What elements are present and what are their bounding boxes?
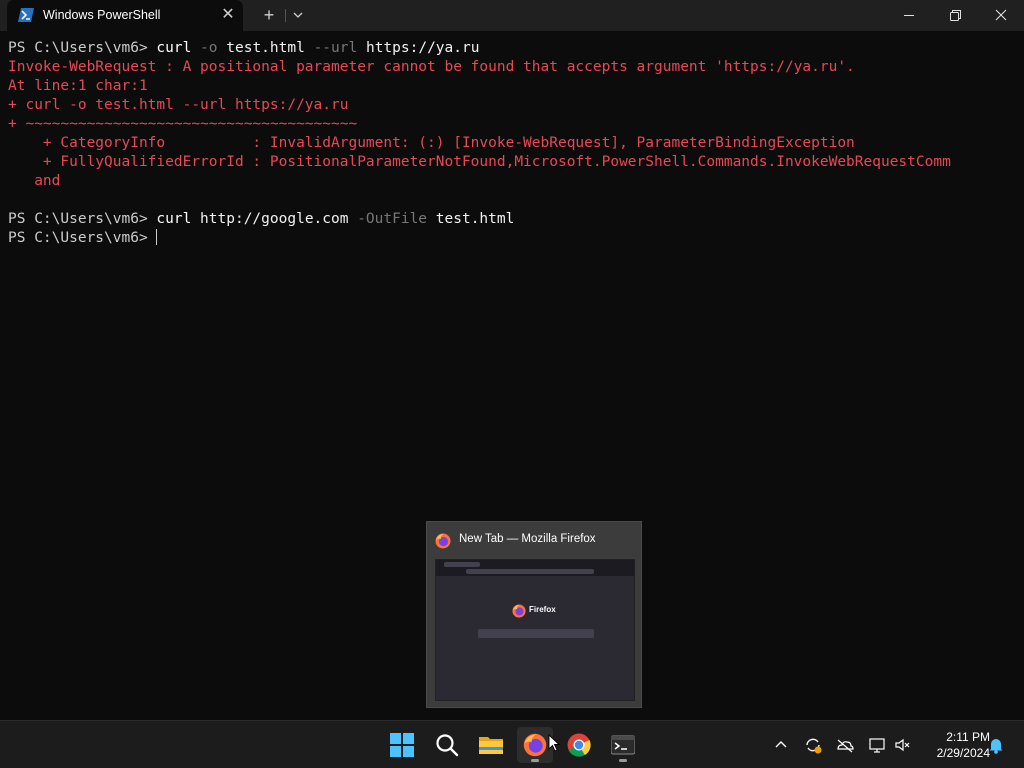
powershell-icon [18, 8, 34, 22]
thumbnail-tab [444, 562, 480, 567]
preview-title: New Tab — Mozilla Firefox [459, 533, 596, 545]
title-bar: Windows PowerShell ✕ + [0, 0, 1024, 31]
terminal-line: + curl -o test.html --url https://ya.ru [8, 96, 1024, 115]
clock-time: 2:11 PM [946, 730, 990, 744]
search-button[interactable] [429, 727, 465, 763]
terminal-line: PS C:\Users\vm6> curl http://google.com … [8, 210, 1024, 229]
clock-date: 2/29/2024 [936, 746, 990, 760]
taskbar: 2:11 PM 2/29/2024 [0, 720, 1024, 768]
terminal-line: At line:1 char:1 [8, 77, 1024, 96]
firefox-window-preview[interactable]: New Tab — Mozilla Firefox Firefox [426, 521, 642, 708]
system-clock[interactable]: 2:11 PM 2/29/2024 [918, 729, 990, 761]
close-icon [995, 9, 1007, 21]
new-tab-button[interactable]: + [259, 6, 279, 26]
minimize-icon [904, 15, 914, 16]
thumbnail-toolbar [436, 560, 634, 576]
sync-icon[interactable] [803, 735, 823, 755]
minimize-button[interactable] [886, 0, 932, 31]
prompt-text: PS C:\Users\vm6> [8, 211, 157, 227]
onedrive-icon[interactable] [835, 735, 855, 755]
command-argument: https://ya.ru [357, 40, 480, 56]
terminal-icon [611, 735, 635, 755]
command-argument: http://google.com [191, 211, 349, 227]
start-button[interactable] [384, 727, 420, 763]
tab-powershell[interactable]: Windows PowerShell ✕ [7, 0, 243, 31]
error-text: and [8, 173, 61, 189]
thumbnail-searchbar [478, 629, 594, 638]
notification-bell-icon[interactable] [986, 735, 1006, 755]
tab-close-icon[interactable]: ✕ [220, 7, 236, 23]
command-argument: test.html [427, 211, 515, 227]
firefox-icon [523, 733, 547, 757]
thumbnail-brand: Firefox [529, 605, 556, 614]
terminal-line: and [8, 172, 1024, 191]
terminal-line: + ~~~~~~~~~~~~~~~~~~~~~~~~~~~~~~~~~~~~~~ [8, 115, 1024, 134]
maximize-button[interactable] [932, 0, 978, 31]
command-name: curl [156, 40, 192, 56]
running-indicator [531, 759, 539, 762]
mouse-cursor-icon [548, 734, 560, 752]
terminal-line: + CategoryInfo : InvalidArgument: (:) [I… [8, 134, 1024, 153]
chrome-button[interactable] [561, 727, 597, 763]
speaker-muted-icon[interactable] [893, 735, 913, 755]
error-text: Invoke-WebRequest : A positional paramet… [8, 59, 855, 75]
tab-separator [285, 9, 286, 22]
network-icon[interactable] [867, 735, 887, 755]
search-icon [436, 734, 459, 757]
firefox-logo-icon [512, 604, 526, 618]
command-name: curl [156, 211, 192, 227]
error-text: + FullyQualifiedErrorId : PositionalPara… [8, 154, 951, 170]
terminal-line: PS C:\Users\vm6> curl -o test.html --url… [8, 39, 1024, 58]
error-text: + curl -o test.html --url https://ya.ru [8, 97, 349, 113]
chevron-up-icon[interactable] [771, 735, 791, 755]
prompt-text: PS C:\Users\vm6> [8, 230, 157, 246]
tab-title: Windows PowerShell [43, 8, 161, 22]
error-text: At line:1 char:1 [8, 78, 148, 94]
error-text: + CategoryInfo : InvalidArgument: (:) [I… [8, 135, 855, 151]
start-icon [390, 733, 414, 757]
error-text: + ~~~~~~~~~~~~~~~~~~~~~~~~~~~~~~~~~~~~~~ [8, 116, 358, 132]
thumbnail-urlbar [466, 569, 594, 574]
file-explorer-icon [479, 737, 503, 754]
terminal-line: PS C:\Users\vm6> [8, 229, 1024, 248]
preview-thumbnail: Firefox [435, 559, 635, 701]
command-parameter: -OutFile [348, 211, 428, 227]
command-parameter: -o [191, 40, 218, 56]
terminal-line: + FullyQualifiedErrorId : PositionalPara… [8, 153, 1024, 172]
running-indicator [619, 759, 627, 762]
restore-icon [950, 10, 961, 21]
terminal-taskbar-button[interactable] [605, 727, 641, 763]
close-button[interactable] [978, 0, 1024, 31]
command-argument: test.html [217, 40, 305, 56]
chrome-icon [567, 733, 591, 757]
prompt-text: PS C:\Users\vm6> [8, 40, 157, 56]
command-parameter: --url [304, 40, 358, 56]
firefox-icon [435, 533, 451, 549]
chevron-down-icon[interactable] [290, 7, 306, 23]
text-cursor [156, 229, 158, 245]
terminal-line: Invoke-WebRequest : A positional paramet… [8, 58, 1024, 77]
file-explorer-button[interactable] [473, 727, 509, 763]
